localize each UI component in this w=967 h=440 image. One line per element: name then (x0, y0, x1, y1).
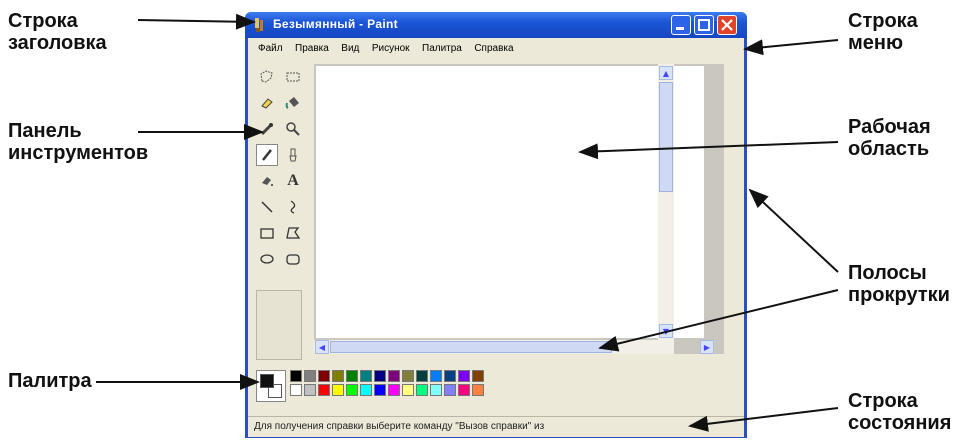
label-work-area: Рабочая область (848, 116, 931, 160)
paint-window: Безымянный - Paint Файл Правка Вид Рисун… (245, 12, 747, 438)
close-icon (721, 19, 733, 31)
menu-bar: Файл Правка Вид Рисунок Палитра Справка (248, 38, 744, 56)
color-swatch[interactable] (346, 370, 358, 382)
line-icon[interactable] (256, 196, 278, 218)
rectangle-icon[interactable] (256, 222, 278, 244)
magnifier-icon[interactable] (282, 118, 304, 140)
color-swatch[interactable] (430, 384, 442, 396)
minimize-button[interactable] (671, 15, 691, 35)
current-colors (256, 370, 286, 402)
color-picker-icon[interactable] (256, 118, 278, 140)
tool-options-panel[interactable] (256, 290, 302, 360)
text-icon[interactable]: A (282, 170, 304, 192)
free-select-icon[interactable] (256, 66, 278, 88)
color-swatch[interactable] (458, 384, 470, 396)
color-swatch[interactable] (416, 384, 428, 396)
scroll-up-icon[interactable]: ▲ (659, 66, 673, 80)
color-swatch[interactable] (430, 370, 442, 382)
title-bar[interactable]: Безымянный - Paint (245, 12, 747, 38)
foreground-color (260, 374, 274, 388)
pencil-icon[interactable] (256, 144, 278, 166)
arrow-title-bar (137, 13, 256, 30)
menu-view[interactable]: Вид (341, 43, 359, 54)
horizontal-scroll-thumb[interactable] (330, 341, 612, 353)
horizontal-scrollbar[interactable]: ◀ ▶ (314, 340, 714, 354)
drawing-canvas[interactable] (316, 66, 704, 338)
polygon-icon[interactable] (282, 222, 304, 244)
color-swatch[interactable] (402, 384, 414, 396)
palette (256, 370, 556, 404)
color-swatch[interactable] (346, 384, 358, 396)
vertical-scrollbar[interactable]: ▲ ▼ (658, 64, 674, 354)
fill-bucket-icon[interactable] (282, 92, 304, 114)
color-swatch[interactable] (290, 370, 302, 382)
vertical-scroll-thumb[interactable] (659, 82, 673, 192)
eraser-icon[interactable] (256, 92, 278, 114)
color-swatch[interactable] (458, 370, 470, 382)
color-swatch[interactable] (472, 370, 484, 382)
color-swatch[interactable] (360, 384, 372, 396)
color-swatch[interactable] (374, 384, 386, 396)
color-swatch[interactable] (402, 370, 414, 382)
arrow-scrollbar-vertical (748, 188, 839, 273)
color-swatch[interactable] (332, 370, 344, 382)
color-swatch[interactable] (416, 370, 428, 382)
color-swatch[interactable] (444, 370, 456, 382)
label-scrollbars: Полосы прокрутки (848, 262, 950, 306)
status-bar: Для получения справки выберите команду "… (248, 416, 744, 437)
brush-icon[interactable] (282, 144, 304, 166)
airbrush-icon[interactable] (256, 170, 278, 192)
ellipse-icon[interactable] (256, 248, 278, 270)
menu-file[interactable]: Файл (258, 43, 283, 54)
curve-icon[interactable] (282, 196, 304, 218)
rounded-rect-icon[interactable] (282, 248, 304, 270)
scroll-left-icon[interactable]: ◀ (315, 340, 329, 354)
maximize-button[interactable] (694, 15, 714, 35)
color-swatch[interactable] (374, 370, 386, 382)
label-toolbox: Панель инструментов (8, 120, 149, 164)
menu-edit[interactable]: Правка (295, 43, 329, 54)
color-swatch[interactable] (290, 384, 302, 396)
color-swatch[interactable] (318, 384, 330, 396)
color-swatch[interactable] (360, 370, 372, 382)
color-swatch[interactable] (444, 384, 456, 396)
rect-select-icon[interactable] (282, 66, 304, 88)
scroll-down-icon[interactable]: ▼ (659, 324, 673, 338)
color-swatch[interactable] (304, 370, 316, 382)
color-swatch[interactable] (472, 384, 484, 396)
menu-image[interactable]: Рисунок (372, 43, 410, 54)
label-palette: Палитра (8, 370, 92, 392)
color-swatch[interactable] (318, 370, 330, 382)
paint-app-icon (255, 18, 263, 32)
maximize-icon (698, 19, 710, 31)
minimize-icon (676, 27, 684, 30)
color-swatch[interactable] (304, 384, 316, 396)
label-title-bar: Строка заголовка (8, 10, 107, 54)
menu-help[interactable]: Справка (474, 43, 513, 54)
close-button[interactable] (717, 15, 737, 35)
color-swatch[interactable] (388, 370, 400, 382)
color-swatch[interactable] (388, 384, 400, 396)
color-swatch[interactable] (332, 384, 344, 396)
arrow-menu-bar (743, 39, 839, 56)
window-title: Безымянный - Paint (273, 17, 398, 31)
label-status-bar: Строка состояния (848, 390, 952, 434)
label-menu-bar: Строка меню (848, 10, 918, 54)
menu-palette[interactable]: Палитра (422, 43, 462, 54)
scroll-right-icon[interactable]: ▶ (700, 340, 714, 354)
status-text: Для получения справки выберите команду "… (254, 421, 545, 432)
